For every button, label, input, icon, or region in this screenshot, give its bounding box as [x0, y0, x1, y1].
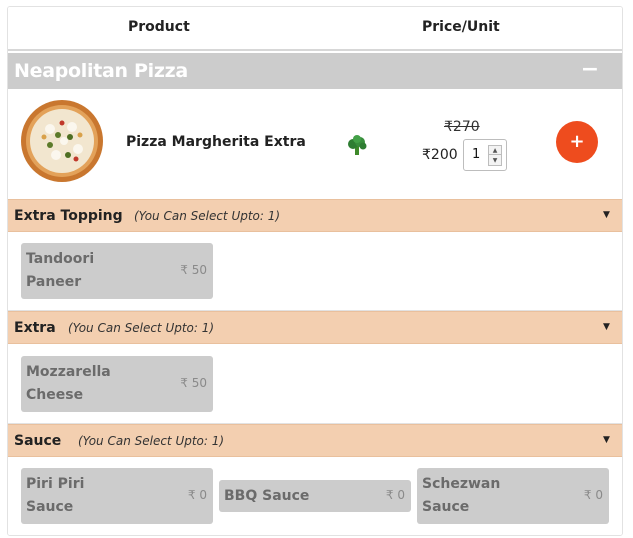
product-row: Pizza Margherita Extra ₹270 ₹200 1 ▲ ▼ + — [8, 89, 622, 199]
addon-group-limit-note: (You Can Select Upto: 1) — [78, 434, 225, 448]
collapse-category-button[interactable]: − — [578, 57, 602, 83]
addon-group-title: Extra — [14, 320, 56, 336]
addon-option-price: ₹ 50 — [180, 376, 207, 390]
column-header-price-unit: Price/Unit — [422, 19, 500, 35]
addon-option-label-line1: Schezwan — [422, 476, 501, 492]
category-title: Neapolitan Pizza — [14, 60, 188, 82]
add-to-cart-button[interactable]: + — [556, 121, 598, 163]
addon-group-header-sauce[interactable]: Sauce (You Can Select Upto: 1) ▼ — [8, 424, 622, 457]
product-name: Pizza Margherita Extra — [126, 134, 306, 150]
original-price: ₹270 — [444, 119, 480, 135]
addon-option-label-line1: Piri Piri — [26, 476, 85, 492]
chevron-down-icon[interactable]: ▼ — [603, 435, 610, 445]
addon-group-header-extra[interactable]: Extra (You Can Select Upto: 1) ▼ — [8, 311, 622, 344]
addon-group-options: Tandoori Paneer ₹ 50 — [8, 232, 622, 311]
category-header: Neapolitan Pizza − — [8, 53, 622, 89]
decrement-arrow-icon[interactable]: ▼ — [489, 156, 501, 165]
table-header: Product Price/Unit — [8, 7, 622, 51]
quantity-stepper[interactable]: 1 ▲ ▼ — [463, 139, 507, 171]
chevron-down-icon[interactable]: ▼ — [603, 322, 610, 332]
addon-option-price: ₹ 50 — [180, 263, 207, 277]
addon-option-price: ₹ 0 — [583, 488, 603, 502]
addon-option-tandoori-paneer[interactable]: Tandoori Paneer ₹ 50 — [21, 243, 213, 299]
addon-option-price: ₹ 0 — [385, 488, 405, 502]
quantity-spinner: ▲ ▼ — [488, 145, 502, 166]
addon-group-limit-note: (You Can Select Upto: 1) — [134, 209, 281, 223]
addon-option-piri-piri-sauce[interactable]: Piri Piri Sauce ₹ 0 — [21, 468, 213, 524]
chevron-down-icon[interactable]: ▼ — [603, 210, 610, 220]
quantity-value[interactable]: 1 — [472, 147, 480, 162]
addon-group-header-extra-topping[interactable]: Extra Topping (You Can Select Upto: 1) ▼ — [8, 199, 622, 232]
column-header-product: Product — [128, 19, 190, 35]
addon-option-mozzarella-cheese[interactable]: Mozzarella Cheese ₹ 50 — [21, 356, 213, 412]
addon-option-price: ₹ 0 — [187, 488, 207, 502]
addon-option-label-line2: Paneer — [26, 274, 82, 290]
addon-group-title: Extra Topping — [14, 208, 123, 224]
increment-arrow-icon[interactable]: ▲ — [489, 146, 501, 155]
addon-option-label-line1: Tandoori — [26, 251, 95, 267]
addon-group-options: Piri Piri Sauce ₹ 0 BBQ Sauce ₹ 0 Schezw… — [8, 457, 622, 535]
addon-option-label-line2: Sauce — [26, 499, 74, 515]
addon-option-label-line1: Mozzarella — [26, 364, 111, 380]
addon-option-label-line2: Cheese — [26, 387, 84, 403]
discounted-price: ₹200 — [422, 147, 458, 163]
addon-option-bbq-sauce[interactable]: BBQ Sauce ₹ 0 — [219, 480, 411, 512]
addon-option-label-line2: Sauce — [422, 499, 470, 515]
pizza-image — [21, 100, 103, 182]
addon-option-label-line1: BBQ Sauce — [224, 488, 310, 504]
addon-group-title: Sauce — [14, 433, 62, 449]
addon-option-schezwan-sauce[interactable]: Schezwan Sauce ₹ 0 — [417, 468, 609, 524]
addon-group-limit-note: (You Can Select Upto: 1) — [68, 321, 215, 335]
broccoli-icon — [348, 135, 367, 155]
menu-table: Product Price/Unit Neapolitan Pizza − Pi… — [7, 6, 623, 536]
addon-group-options: Mozzarella Cheese ₹ 50 — [8, 344, 622, 424]
